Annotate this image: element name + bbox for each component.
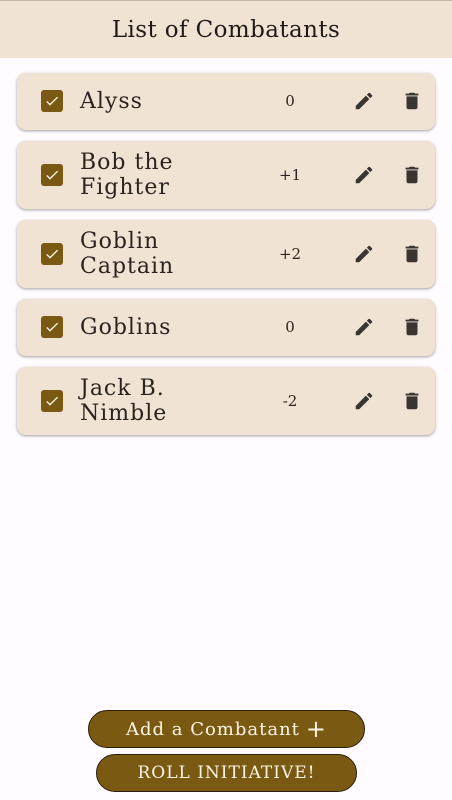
delete-button[interactable] — [399, 162, 425, 188]
combatant-modifier: -2 — [282, 392, 298, 410]
combatant-list: Alyss 0 Bob the Fighter +1 Goblin Captai… — [17, 73, 435, 446]
combatant-modifier: 0 — [285, 92, 295, 110]
checkmark-icon — [46, 396, 58, 406]
pencil-icon — [355, 318, 373, 336]
combatant-checkbox[interactable] — [41, 390, 63, 412]
pencil-icon — [355, 166, 373, 184]
trash-icon — [405, 92, 419, 110]
combatant-name: Goblin Captain — [80, 229, 175, 279]
combatant-modifier: +2 — [278, 245, 302, 263]
pencil-icon — [355, 245, 373, 263]
combatant-card: Bob the Fighter +1 — [17, 141, 435, 209]
delete-button[interactable] — [399, 388, 425, 414]
combatant-checkbox[interactable] — [41, 316, 63, 338]
checkmark-icon — [46, 170, 58, 180]
trash-icon — [405, 318, 419, 336]
roll-initiative-button[interactable]: ROLL INITIATIVE! — [96, 754, 357, 792]
edit-button[interactable] — [351, 88, 377, 114]
combatant-card: Goblin Captain +2 — [17, 220, 435, 288]
add-combatant-button[interactable]: Add a Combatant + — [88, 710, 365, 748]
combatant-modifier: 0 — [285, 318, 295, 336]
edit-button[interactable] — [351, 314, 377, 340]
trash-icon — [405, 245, 419, 263]
trash-icon — [405, 392, 419, 410]
pencil-icon — [355, 92, 373, 110]
page-title: List of Combatants — [111, 16, 341, 43]
combatant-checkbox[interactable] — [41, 90, 63, 112]
app-bar: List of Combatants — [0, 0, 452, 58]
edit-button[interactable] — [351, 241, 377, 267]
edit-button[interactable] — [351, 388, 377, 414]
combatant-name: Alyss — [80, 89, 143, 114]
checkmark-icon — [46, 96, 58, 106]
checkmark-icon — [46, 249, 58, 259]
checkmark-icon — [46, 322, 58, 332]
combatant-card: Alyss 0 — [17, 73, 435, 130]
combatant-checkbox[interactable] — [41, 243, 63, 265]
combatant-checkbox[interactable] — [41, 164, 63, 186]
combatant-name: Bob the Fighter — [80, 150, 174, 200]
roll-initiative-label: ROLL INITIATIVE! — [137, 763, 316, 783]
edit-button[interactable] — [351, 162, 377, 188]
delete-button[interactable] — [399, 88, 425, 114]
combatant-name: Goblins — [80, 315, 172, 340]
delete-button[interactable] — [399, 241, 425, 267]
plus-icon: + — [305, 715, 328, 743]
combatant-card: Jack B. Nimble -2 — [17, 367, 435, 435]
combatant-card: Goblins 0 — [17, 299, 435, 356]
delete-button[interactable] — [399, 314, 425, 340]
pencil-icon — [355, 392, 373, 410]
trash-icon — [405, 166, 419, 184]
add-combatant-label: Add a Combatant — [125, 718, 300, 740]
combatant-name: Jack B. Nimble — [80, 376, 168, 426]
combatant-modifier: +1 — [278, 166, 302, 184]
